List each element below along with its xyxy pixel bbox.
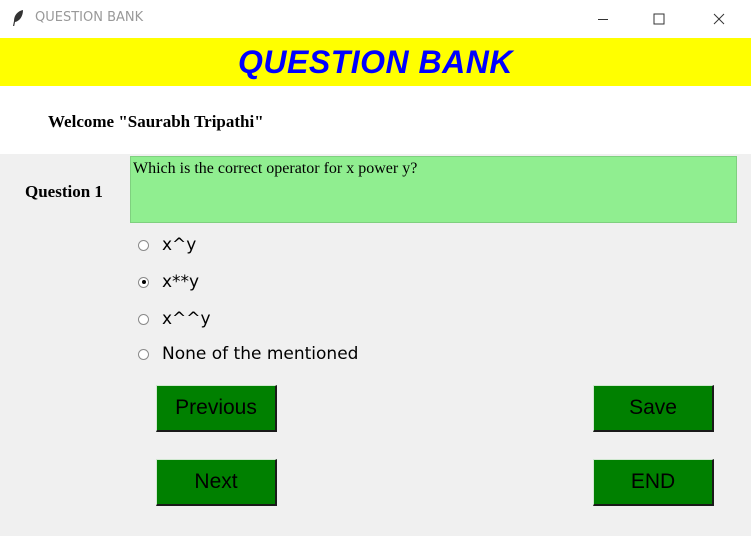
window-title: QUESTION BANK	[35, 10, 144, 25]
app-title: QUESTION BANK	[238, 43, 513, 80]
option-radio-2[interactable]: x**y	[138, 270, 199, 294]
radio-button[interactable]	[138, 313, 149, 325]
option-label: x^^y	[162, 309, 211, 329]
minimize-button[interactable]	[580, 0, 626, 38]
welcome-panel: Welcome "Saurabh Tripathi"	[0, 86, 751, 154]
end-button[interactable]: END	[593, 459, 714, 506]
minimize-icon	[598, 19, 608, 20]
option-radio-1[interactable]: x^y	[138, 233, 196, 257]
radio-button-selected[interactable]	[138, 276, 149, 288]
title-bar: QUESTION BANK	[0, 0, 751, 38]
option-label: x^y	[162, 235, 197, 255]
next-button[interactable]: Next	[156, 459, 277, 506]
header-banner: QUESTION BANK	[0, 38, 751, 86]
question-label: Question 1	[25, 182, 103, 201]
option-radio-3[interactable]: x^^y	[138, 307, 211, 331]
close-button[interactable]	[696, 0, 742, 38]
option-radio-4[interactable]: None of the mentioned	[138, 342, 358, 366]
option-label: None of the mentioned	[162, 344, 359, 364]
previous-button[interactable]: Previous	[156, 385, 277, 432]
question-text-box: Which is the correct operator for x powe…	[130, 156, 737, 223]
option-label: x**y	[162, 272, 200, 292]
feather-icon	[13, 10, 23, 26]
save-button[interactable]: Save	[593, 385, 714, 432]
welcome-message: Welcome "Saurabh Tripathi"	[48, 112, 264, 131]
radio-button[interactable]	[138, 348, 149, 360]
maximize-icon	[653, 13, 665, 25]
close-icon	[713, 13, 725, 25]
radio-button[interactable]	[138, 239, 149, 251]
maximize-button[interactable]	[636, 0, 682, 38]
